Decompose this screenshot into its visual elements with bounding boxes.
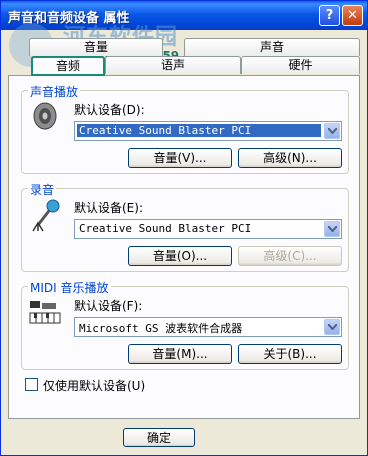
playback-volume-button[interactable]: 音量(V)... — [128, 148, 232, 168]
audio-tab-panel: 声音播放 默认设备(D): Creative Sound Blaster PCI… — [8, 75, 360, 419]
midi-group-title: MIDI 音乐播放 — [28, 279, 111, 296]
close-icon: ✕ — [347, 8, 358, 23]
midi-about-button[interactable]: 关于(B)... — [238, 344, 342, 364]
tab-hardware-label: 硬件 — [288, 58, 313, 72]
recording-advanced-button[interactable]: 高级(C)... — [238, 246, 342, 266]
tab-volume-label: 音量 — [83, 40, 108, 54]
chevron-down-icon[interactable] — [324, 319, 340, 335]
playback-group-title: 声音播放 — [28, 83, 81, 100]
recording-device-value: Creative Sound Blaster PCI — [79, 222, 252, 235]
speaker-icon — [33, 102, 57, 130]
help-button[interactable]: ? — [319, 5, 340, 26]
playback-advanced-button[interactable]: 高级(N)... — [238, 148, 342, 168]
use-default-only-label: 仅使用默认设备(U) — [43, 379, 146, 393]
midi-default-label: 默认设备(F): — [74, 299, 143, 313]
tab-sounds[interactable]: 声音 — [184, 38, 360, 56]
chevron-down-icon[interactable] — [324, 221, 340, 237]
playback-group: 声音播放 默认设备(D): Creative Sound Blaster PCI… — [21, 83, 349, 174]
midi-keyboard-icon — [29, 301, 61, 324]
recording-group: 录音 默认设备(E): Creative Sound Blaster PCI 音… — [21, 181, 349, 272]
properties-window: 声音和音频设备 属性 ? ✕ 河东软件园 www.pc0359.cn 音量 声音… — [0, 0, 368, 456]
recording-volume-button[interactable]: 音量(O)... — [128, 246, 232, 266]
chevron-down-icon[interactable] — [324, 123, 340, 139]
recording-default-label: 默认设备(E): — [74, 201, 143, 215]
microphone-icon — [32, 199, 60, 232]
playback-default-label: 默认设备(D): — [74, 103, 145, 117]
playback-device-select[interactable]: Creative Sound Blaster PCI — [74, 121, 342, 141]
playback-device-value: Creative Sound Blaster PCI — [77, 124, 321, 137]
midi-device-select[interactable]: Microsoft GS 波表软件合成器 — [74, 317, 342, 337]
recording-device-select[interactable]: Creative Sound Blaster PCI — [74, 219, 342, 239]
use-default-only-checkbox[interactable] — [25, 378, 38, 391]
tab-audio[interactable]: 音频 — [31, 56, 105, 76]
midi-group: MIDI 音乐播放 默认设备(F): Microsoft GS 波表软件合成器 … — [21, 279, 349, 370]
tab-voice[interactable]: 语声 — [105, 56, 241, 74]
help-icon: ? — [325, 8, 334, 23]
title-bar[interactable]: 声音和音频设备 属性 ? ✕ — [1, 1, 367, 30]
tab-hardware[interactable]: 硬件 — [241, 56, 360, 74]
close-button[interactable]: ✕ — [342, 5, 363, 26]
tab-sounds-label: 声音 — [259, 40, 284, 54]
tab-audio-label: 音频 — [55, 59, 80, 73]
recording-group-title: 录音 — [28, 181, 57, 198]
ok-button[interactable]: 确定 — [123, 428, 195, 447]
midi-volume-button[interactable]: 音量(M)... — [128, 344, 232, 364]
window-title: 声音和音频设备 属性 — [8, 11, 130, 26]
tab-voice-label: 语声 — [160, 58, 185, 72]
midi-device-value: Microsoft GS 波表软件合成器 — [79, 322, 243, 335]
tab-volume[interactable]: 音量 — [29, 38, 163, 56]
